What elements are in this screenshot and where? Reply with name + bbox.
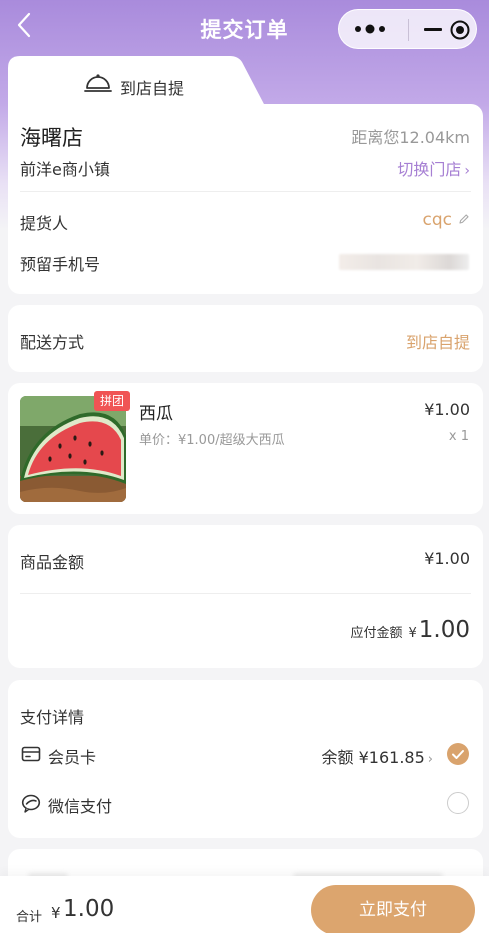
switch-store-label: 切换门店 <box>397 160 462 179</box>
minimize-icon[interactable] <box>424 28 442 31</box>
checkmark-icon <box>452 750 464 759</box>
tab-store-pickup[interactable]: 到店自提 <box>8 56 265 106</box>
goods-amount-value: ¥1.00 <box>424 549 470 568</box>
checkout-bar: 合计 ¥ 1.00 立即支付 <box>0 876 489 933</box>
watermelon-product-image <box>20 396 126 502</box>
goods-amount-label: 商品金额 <box>20 553 85 572</box>
member-card-radio[interactable] <box>447 743 469 765</box>
payable-amount: 应付金额 ¥1.00 <box>350 617 470 643</box>
pay-now-button[interactable]: 立即支付 <box>311 885 475 933</box>
wechat-pay-label: 微信支付 <box>48 797 113 816</box>
pickup-person-field[interactable]: cqc <box>423 210 470 230</box>
delivery-method-card: 配送方式 到店自提 <box>8 305 483 372</box>
product-quantity: x 1 <box>448 429 469 444</box>
product-name: 西瓜 <box>139 404 173 424</box>
payable-currency: ¥ <box>408 626 417 641</box>
total-label: 合计 <box>16 910 43 925</box>
divider <box>20 593 471 594</box>
pickup-person-label: 提货人 <box>20 214 69 233</box>
phone-label: 预留手机号 <box>20 255 101 274</box>
product-card: 拼团 西瓜 单价：¥1.00/超级大西瓜 ¥1.00 x 1 <box>8 383 483 514</box>
store-name: 海曙店 <box>20 126 83 150</box>
member-card-balance[interactable]: 余额 ¥161.85 › <box>322 744 433 768</box>
total-currency: ¥ <box>51 904 61 922</box>
pickup-info-card: 海曙店 距离您12.04km 前洋e商小镇 切换门店 › 提货人 cqc 预留手机… <box>8 104 483 294</box>
payment-details-card: 支付详情 会员卡 余额 ¥161.85 › 微信支付 <box>8 680 483 838</box>
member-card-icon <box>21 746 41 762</box>
divider <box>20 191 471 192</box>
food-cover-icon <box>84 74 112 92</box>
edit-pencil-icon[interactable] <box>458 213 470 225</box>
store-address: 前洋e商小镇 <box>20 160 110 179</box>
balance-text: 余额 ¥161.85 <box>321 748 425 767</box>
switch-store-link[interactable]: 切换门店 › <box>397 156 470 180</box>
mini-program-capsule <box>338 9 477 49</box>
nav-bar: 提交订单 <box>0 0 489 58</box>
payment-details-title: 支付详情 <box>20 708 85 727</box>
member-card-label: 会员卡 <box>48 748 97 767</box>
group-buy-tag: 拼团 <box>94 391 130 411</box>
pickup-person-value: cqc <box>422 210 452 230</box>
delivery-method-value: 到店自提 <box>405 333 470 352</box>
chevron-right-icon: › <box>464 163 470 179</box>
more-icon[interactable] <box>353 20 387 38</box>
wechat-pay-icon <box>21 794 41 813</box>
tab-label: 到店自提 <box>120 79 185 98</box>
product-unit-price: 单价：¥1.00/超级大西瓜 <box>139 433 285 448</box>
payable-label: 应付金额 <box>350 626 403 641</box>
payable-value: 1.00 <box>418 617 470 643</box>
amount-summary-card: 商品金额 ¥1.00 应付金额 ¥1.00 <box>8 525 483 668</box>
chevron-right-icon: › <box>427 752 433 767</box>
delivery-method-label: 配送方式 <box>20 333 85 352</box>
capsule-divider <box>408 19 409 41</box>
product-price: ¥1.00 <box>424 400 470 419</box>
phone-number-redacted[interactable] <box>339 254 469 270</box>
store-distance: 距离您12.04km <box>351 128 470 147</box>
wechat-pay-radio[interactable] <box>447 792 469 814</box>
total-value: 1.00 <box>63 896 115 922</box>
close-mini-program-icon[interactable] <box>450 20 470 40</box>
